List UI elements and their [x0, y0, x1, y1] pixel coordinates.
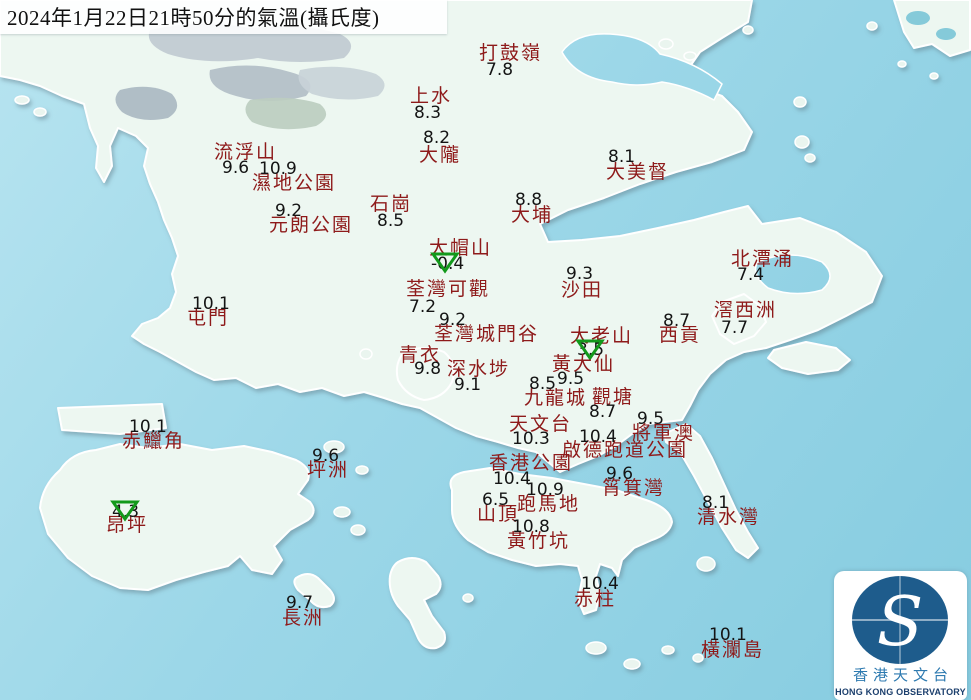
station-name-label: 大隴 — [419, 145, 462, 166]
temperature-map: { "title": "2024年1月22日21時50分的氣溫(攝氏度)", "… — [0, 0, 971, 700]
station-temperature-value: 7.2 — [409, 297, 437, 317]
station-temperature-value: 8.7 — [589, 402, 617, 422]
station-temperature-value: 8.7 — [663, 311, 691, 331]
station-temperature-value: 8.2 — [423, 128, 451, 148]
station-temperature-value: 10.1 — [192, 294, 230, 314]
station-temperature-value: 10.1 — [129, 417, 167, 437]
map-title: 2024年1月22日21時50分的氣溫(攝氏度) — [7, 6, 380, 30]
hko-logo: S 香港天文台 HONG KONG OBSERVATORY — [834, 571, 967, 700]
station-temperature-value: 8.5 — [377, 211, 405, 231]
station-temperature-value: 10.1 — [709, 625, 747, 645]
station-temperature-value: 10.4 — [579, 427, 617, 447]
hko-logo-chinese: 香港天文台 — [852, 668, 953, 684]
station-temperature-value: 7.7 — [721, 318, 749, 338]
station-temperature-value: 8.5 — [529, 374, 557, 394]
station-temperature-value: 9.5 — [637, 409, 665, 429]
stations-layer: 打鼓嶺 7.8 上水 8.3 大隴 8.2 大美督 8.1 流浮山 9.6 濕地公園 10.9 元朗公園… — [0, 0, 971, 700]
station-temperature-value: 8.1 — [608, 147, 636, 167]
station-temperature-value: 10.4 — [581, 574, 619, 594]
station-temperature-value: 10.8 — [512, 517, 550, 537]
station-temperature-value: 9.2 — [439, 310, 467, 330]
station-temperature-value: 9.6 — [222, 158, 250, 178]
hko-logo-english: HONG KONG OBSERVATORY — [835, 687, 966, 697]
station-temperature-value: 9.2 — [275, 201, 303, 221]
title-bar: 2024年1月22日21時50分的氣溫(攝氏度) — [0, 0, 447, 34]
station-temperature-value: 8.8 — [515, 190, 543, 210]
station-temperature-value: 9.8 — [414, 359, 442, 379]
station-temperature-value: 9.3 — [566, 264, 594, 284]
logo-s-swirl-icon: S — [877, 583, 924, 662]
falling-temperature-icon — [110, 499, 140, 522]
station-temperature-value: 8.3 — [414, 103, 442, 123]
station-temperature-value: 9.1 — [454, 375, 482, 395]
station-temperature-value: 10.9 — [526, 480, 564, 500]
station-temperature-value: 10.9 — [259, 159, 297, 179]
station-temperature-value: 10.3 — [512, 429, 550, 449]
falling-temperature-icon — [430, 251, 460, 274]
station-temperature-value: 6.5 — [482, 490, 510, 510]
station-temperature-value: 9.7 — [286, 593, 314, 613]
station-temperature-value: 7.8 — [486, 60, 514, 80]
station-temperature-value: 9.6 — [606, 464, 634, 484]
station-temperature-value: 9.5 — [557, 369, 585, 389]
station-temperature-value: 8.1 — [702, 493, 730, 513]
station-temperature-value: 7.4 — [737, 265, 765, 285]
station-temperature-value: 9.6 — [312, 446, 340, 466]
hko-logo-emblem: S — [852, 576, 948, 664]
